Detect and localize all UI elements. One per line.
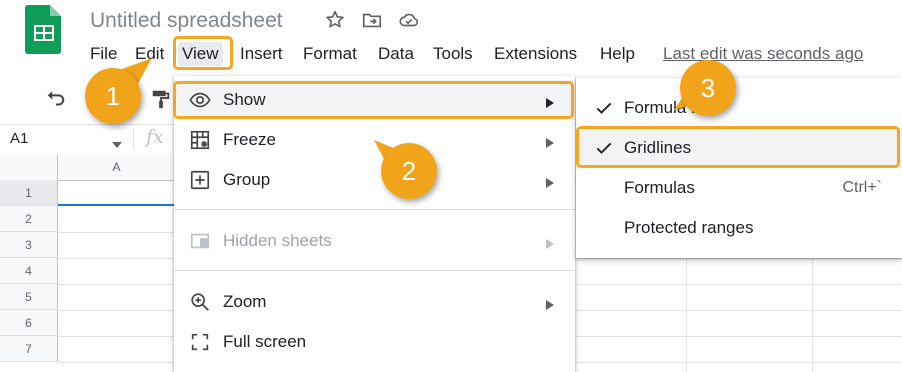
select-all-corner[interactable]	[0, 155, 58, 180]
highlight-view-menu	[173, 36, 233, 70]
menu-insert[interactable]: Insert	[240, 42, 283, 66]
view-menu-dropdown: Show Freeze Group Hidden sheets Zoom Ful…	[174, 76, 575, 372]
row-header[interactable]: 4	[0, 258, 58, 284]
step-badge-1: 1	[85, 68, 141, 124]
cloud-status-icon[interactable]	[398, 9, 420, 31]
view-menu-hidden-sheets: Hidden sheets	[174, 221, 575, 261]
google-sheets-logo[interactable]	[25, 3, 63, 55]
menu-data[interactable]: Data	[378, 42, 414, 66]
menu-help[interactable]: Help	[600, 42, 635, 66]
shortcut-label: Ctrl+`	[842, 179, 882, 196]
hidden-sheets-icon	[189, 230, 211, 252]
view-menu-hidden-sheets-label: Hidden sheets	[223, 231, 332, 250]
fullscreen-icon	[189, 331, 211, 353]
row-header[interactable]: 6	[0, 310, 58, 336]
view-menu-group-label: Group	[223, 170, 271, 189]
menu-extensions[interactable]: Extensions	[494, 42, 577, 66]
zoom-in-icon	[189, 291, 211, 313]
row-header[interactable]: 3	[0, 232, 58, 258]
step-badge-3: 3	[680, 60, 736, 116]
view-menu-zoom[interactable]: Zoom	[174, 282, 575, 322]
show-formulas-label: Formulas	[624, 178, 695, 197]
check-icon	[594, 98, 614, 118]
submenu-arrow-icon	[546, 297, 554, 310]
selected-cell-a1[interactable]	[58, 180, 174, 206]
view-menu-zoom-label: Zoom	[223, 292, 267, 311]
row-header[interactable]: 7	[0, 336, 58, 362]
group-plus-icon	[189, 169, 211, 191]
freeze-grid-icon	[189, 129, 211, 151]
view-menu-freeze-label: Freeze	[223, 130, 276, 149]
submenu-arrow-icon	[546, 135, 554, 148]
column-header-a[interactable]: A	[59, 155, 174, 180]
submenu-arrow-icon	[546, 175, 554, 188]
menu-tools[interactable]: Tools	[433, 42, 473, 66]
document-title[interactable]: Untitled spreadsheet	[90, 8, 283, 34]
move-to-folder-icon[interactable]	[361, 9, 383, 31]
chevron-down-icon[interactable]	[112, 136, 122, 148]
step-badge-2: 2	[381, 143, 437, 199]
name-box[interactable]: A1	[10, 130, 28, 148]
menu-format[interactable]: Format	[303, 42, 357, 66]
row-header[interactable]: 2	[0, 206, 58, 232]
submenu-arrow-icon	[546, 236, 554, 249]
row-header[interactable]: 1	[0, 180, 58, 206]
view-menu-full-screen[interactable]: Full screen	[174, 322, 575, 362]
highlight-show-item	[173, 81, 574, 119]
show-protected-ranges[interactable]: Protected ranges	[576, 208, 902, 248]
show-formulas[interactable]: Formulas Ctrl+`	[576, 168, 902, 208]
menu-divider	[174, 270, 575, 271]
undo-icon[interactable]	[44, 88, 66, 110]
row-header[interactable]: 5	[0, 284, 58, 310]
view-menu-full-screen-label: Full screen	[223, 332, 307, 351]
show-protected-ranges-label: Protected ranges	[624, 218, 754, 237]
star-icon[interactable]	[324, 9, 346, 31]
divider	[133, 128, 134, 150]
